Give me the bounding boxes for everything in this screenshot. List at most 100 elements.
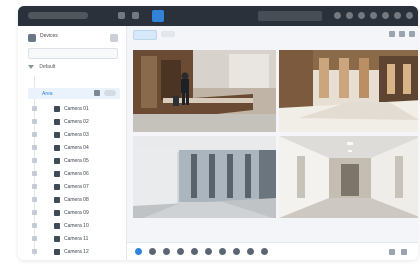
tree-node-icon <box>32 223 37 228</box>
camera-icon <box>54 223 60 229</box>
settings-icon[interactable] <box>334 12 341 19</box>
tree-node-icon <box>32 184 37 189</box>
camera-label: Camera 06 <box>64 171 89 177</box>
camera-list-item[interactable]: Camera 07 <box>54 182 114 192</box>
camera-list-item[interactable]: Camera 09 <box>54 208 114 218</box>
camera-icon <box>54 197 60 203</box>
minimize-icon[interactable] <box>382 12 389 19</box>
camera-label: Camera 01 <box>64 106 89 112</box>
window-icon[interactable] <box>118 12 125 19</box>
chevron-down-icon <box>28 64 34 69</box>
video-grid <box>133 50 418 242</box>
user-icon[interactable] <box>358 12 365 19</box>
camera-list-item[interactable]: Camera 01 <box>54 104 114 114</box>
camera-list-item[interactable]: Camera 03 <box>54 130 114 140</box>
stop-icon[interactable] <box>163 248 170 255</box>
zoom-icon[interactable] <box>219 248 226 255</box>
camera-label: Camera 12 <box>64 249 89 255</box>
app-window: Devices Default Area Camera 01 Camera 02 C… <box>18 6 418 260</box>
tree-group-label: Default <box>39 64 56 70</box>
more-icon[interactable] <box>409 31 415 37</box>
camera-label: Camera 02 <box>64 119 89 125</box>
tree-node-icon <box>32 119 37 124</box>
playback-toolbar <box>127 242 418 260</box>
tab-view-2[interactable] <box>161 31 175 37</box>
camera-icon <box>54 132 60 138</box>
tree-node-icon <box>32 145 37 150</box>
tree-selected-label: Area <box>42 91 53 97</box>
camera-icon <box>54 184 60 190</box>
tree-node-icon <box>32 171 37 176</box>
pause-icon[interactable] <box>149 248 156 255</box>
camera-label: Camera 05 <box>64 158 89 164</box>
layout-grid-icon[interactable] <box>389 249 395 255</box>
search-input[interactable] <box>258 11 322 21</box>
camera-list-item[interactable]: Camera 05 <box>54 156 114 166</box>
camera-label: Camera 09 <box>64 210 89 216</box>
speaker-icon[interactable] <box>247 248 254 255</box>
camera-label: Camera 04 <box>64 145 89 151</box>
tree-group-selected[interactable]: Area <box>28 88 120 99</box>
live-view-area <box>127 26 418 260</box>
camera-icon <box>54 158 60 164</box>
camera-list-item[interactable]: Camera 10 <box>54 221 114 231</box>
device-sidebar: Devices Default Area Camera 01 Camera 02 C… <box>18 26 127 260</box>
fullscreen-icon[interactable] <box>399 31 405 37</box>
fullscreen-exit-icon[interactable] <box>401 249 407 255</box>
camera-list-item[interactable]: Camera 12 <box>54 247 114 257</box>
sidebar-title: Devices <box>40 33 58 39</box>
sidebar-menu-button[interactable] <box>110 34 118 42</box>
camera-list-item[interactable]: Camera 11 <box>54 234 114 244</box>
help-icon[interactable] <box>370 12 377 19</box>
count-badge <box>104 90 116 96</box>
tree-node-icon <box>32 106 37 111</box>
view-tab-bar <box>127 26 418 42</box>
camera-label: Camera 08 <box>64 197 89 203</box>
camera-list-item[interactable]: Camera 02 <box>54 117 114 127</box>
sidebar-search-input[interactable] <box>28 48 118 59</box>
ptz-icon[interactable] <box>233 248 240 255</box>
layout-icon[interactable] <box>389 31 395 37</box>
tree-node-icon <box>32 236 37 241</box>
record-icon[interactable] <box>177 248 184 255</box>
mouse-pointer-icon <box>94 90 100 96</box>
tree-group-default[interactable]: Default <box>28 64 116 72</box>
tree-node-icon <box>32 132 37 137</box>
camera-icon <box>54 249 60 255</box>
device-tree-icon <box>28 34 36 42</box>
app-title-placeholder <box>28 12 88 19</box>
live-view-icon[interactable] <box>152 10 164 22</box>
camera-label: Camera 11 <box>64 236 89 242</box>
camera-icon <box>54 171 60 177</box>
tree-node-icon <box>32 249 37 254</box>
mic-icon[interactable] <box>261 248 268 255</box>
camera-icon <box>54 210 60 216</box>
video-tile[interactable] <box>133 136 276 218</box>
play-icon[interactable] <box>135 248 142 255</box>
snapshot-icon[interactable] <box>191 248 198 255</box>
camera-label: Camera 10 <box>64 223 89 229</box>
video-tile[interactable] <box>133 50 276 132</box>
tree-node-icon <box>32 197 37 202</box>
sidebar-header: Devices <box>28 32 118 44</box>
title-bar <box>18 6 418 26</box>
camera-icon <box>54 106 60 112</box>
camera-list-item[interactable]: Camera 06 <box>54 169 114 179</box>
bell-icon[interactable] <box>346 12 353 19</box>
video-tile[interactable] <box>279 136 418 218</box>
camera-icon <box>54 119 60 125</box>
tree-connector <box>34 76 35 256</box>
tree-node-icon <box>32 158 37 163</box>
audio-icon[interactable] <box>205 248 212 255</box>
camera-label: Camera 07 <box>64 184 89 190</box>
maximize-icon[interactable] <box>394 12 401 19</box>
close-icon[interactable] <box>406 12 413 19</box>
camera-label: Camera 03 <box>64 132 89 138</box>
camera-list-item[interactable]: Camera 04 <box>54 143 114 153</box>
camera-list-item[interactable]: Camera 08 <box>54 195 114 205</box>
camera-icon <box>54 145 60 151</box>
camera-icon <box>54 236 60 242</box>
video-tile[interactable] <box>279 50 418 132</box>
grid-icon[interactable] <box>132 12 139 19</box>
tab-live-view[interactable] <box>133 30 157 40</box>
